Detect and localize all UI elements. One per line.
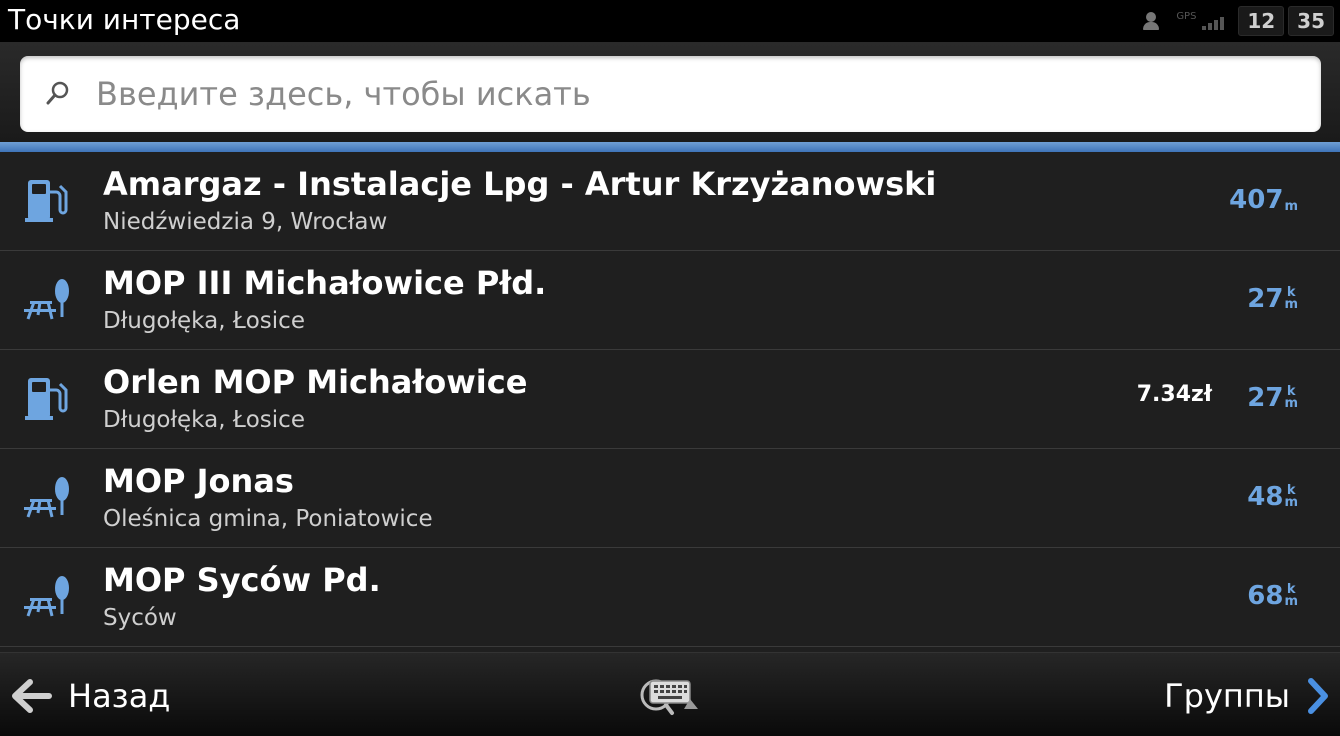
poi-list: Amargaz - Instalacje Lpg - Artur Krzyżan… <box>0 152 1340 652</box>
keyboard-button[interactable] <box>638 673 702 719</box>
poi-distance: 407 m <box>1229 180 1298 220</box>
poi-name: Orlen MOP Michałowice <box>103 363 528 401</box>
groups-button-label: Группы <box>1164 677 1290 715</box>
distance-unit-bottom: m <box>1284 297 1298 312</box>
search-box[interactable] <box>20 56 1321 132</box>
distance-unit: k m <box>1284 286 1298 312</box>
keyboard-icon <box>640 679 698 715</box>
distance-value: 27 <box>1247 383 1284 413</box>
list-item[interactable]: MOP III Michałowice Płd. Długołęka, Łosi… <box>0 251 1340 350</box>
back-button[interactable]: Назад <box>12 671 170 721</box>
list-item[interactable]: Orlen MOP Michałowice Długołęka, Łosice … <box>0 350 1340 449</box>
list-item[interactable]: MOP Syców Pd. Syców 68 k m <box>0 548 1340 647</box>
bottom-toolbar: Назад Группы <box>0 652 1340 736</box>
search-area <box>0 42 1340 142</box>
distance-unit: k m <box>1284 385 1298 411</box>
distance-unit-bottom: m <box>1284 594 1298 609</box>
divider-line <box>0 142 1340 152</box>
status-bar: Точки интереса GPS 12 35 <box>0 0 1340 42</box>
poi-distance: 68 k m <box>1247 576 1298 616</box>
distance-unit: k m <box>1284 484 1298 510</box>
clock: 12 35 <box>1238 6 1334 36</box>
search-input[interactable] <box>96 68 1276 120</box>
picnic-rest-area-icon <box>24 279 69 320</box>
poi-name: MOP Jonas <box>103 462 294 500</box>
chevron-right-icon <box>1308 678 1328 714</box>
picnic-rest-area-icon <box>24 576 69 617</box>
poi-address: Długołęka, Łosice <box>103 407 305 433</box>
poi-name: MOP Syców Pd. <box>103 561 381 599</box>
clock-hours: 12 <box>1238 6 1285 36</box>
arrow-left-icon <box>12 679 52 713</box>
distance-value: 407 <box>1229 185 1284 215</box>
distance-value: 68 <box>1247 581 1284 611</box>
fuel-pump-icon <box>25 378 68 420</box>
poi-address: Syców <box>103 605 177 631</box>
list-item[interactable]: MOP Jonas Oleśnica gmina, Poniatowice 48… <box>0 449 1340 548</box>
poi-name: MOP III Michałowice Płd. <box>103 264 547 302</box>
distance-unit-bottom: m <box>1284 495 1298 510</box>
gps-signal-icon: GPS <box>1174 9 1228 33</box>
poi-distance: 48 k m <box>1247 477 1298 517</box>
search-icon <box>46 81 69 105</box>
clock-minutes: 35 <box>1288 6 1334 36</box>
distance-unit-bottom: m <box>1284 396 1298 411</box>
poi-name: Amargaz - Instalacje Lpg - Artur Krzyżan… <box>103 165 937 203</box>
distance-value: 27 <box>1247 284 1284 314</box>
poi-address: Niedźwiedzia 9, Wrocław <box>103 209 388 235</box>
distance-value: 48 <box>1247 482 1284 512</box>
list-item[interactable]: Amargaz - Instalacje Lpg - Artur Krzyżan… <box>0 152 1340 251</box>
poi-distance: 27 k m <box>1247 378 1298 418</box>
fuel-pump-icon <box>25 180 68 222</box>
poi-distance: 27 k m <box>1247 279 1298 319</box>
distance-unit: k m <box>1284 583 1298 609</box>
poi-address: Oleśnica gmina, Poniatowice <box>103 506 433 532</box>
picnic-rest-area-icon <box>24 477 69 518</box>
poi-address: Długołęka, Łosice <box>103 308 305 334</box>
groups-button[interactable]: Группы <box>1164 671 1330 721</box>
user-icon <box>1142 11 1160 31</box>
distance-unit: m <box>1284 199 1298 214</box>
fuel-price: 7.34zł <box>1136 382 1212 407</box>
gps-label: GPS <box>1176 11 1197 22</box>
page-title: Точки интереса <box>8 3 241 36</box>
status-indicators: GPS 12 35 <box>1142 6 1340 36</box>
back-button-label: Назад <box>68 677 171 715</box>
